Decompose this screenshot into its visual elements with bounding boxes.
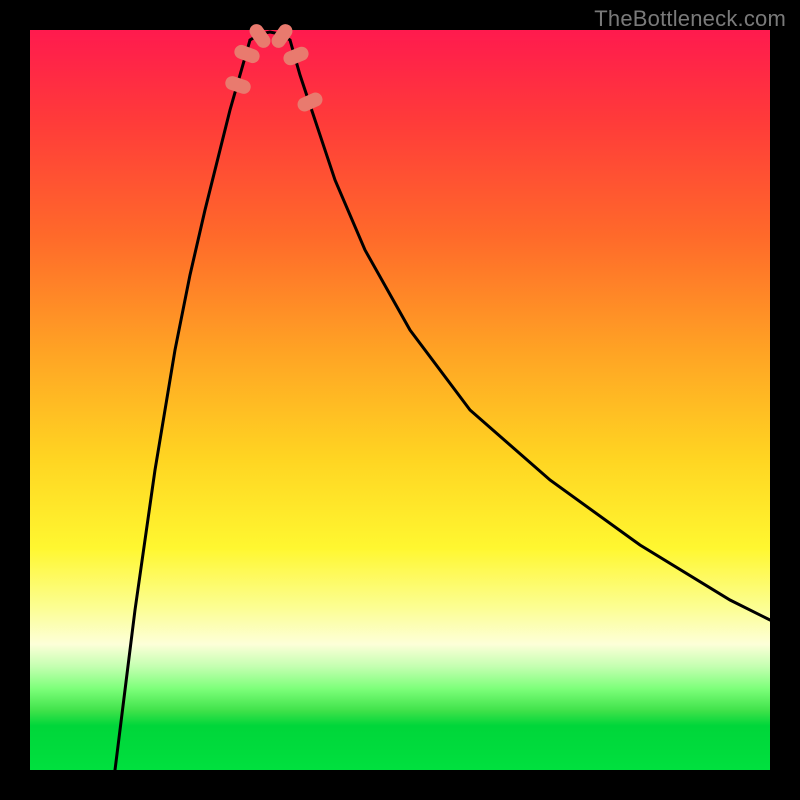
- chart-frame: TheBottleneck.com: [0, 0, 800, 800]
- curve-right-branch: [290, 40, 770, 620]
- plot-area: [30, 30, 770, 770]
- watermark-text: TheBottleneck.com: [594, 6, 786, 32]
- curve-left-branch: [115, 40, 250, 770]
- curve-svg: [30, 30, 770, 770]
